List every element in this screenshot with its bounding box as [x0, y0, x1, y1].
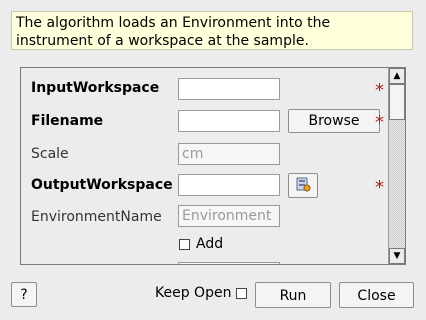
environment-name-label: EnvironmentName: [31, 209, 162, 225]
close-button[interactable]: Close: [339, 282, 414, 308]
algorithm-description: The algorithm loads an Environment into …: [11, 11, 413, 50]
scale-field[interactable]: [178, 143, 280, 165]
required-star-icon: *: [375, 112, 384, 133]
output-workspace-field[interactable]: [178, 174, 280, 196]
keep-open-checkbox[interactable]: [236, 288, 247, 299]
scroll-down-arrow-icon[interactable]: ▼: [389, 248, 405, 264]
filename-field[interactable]: [178, 110, 280, 132]
environment-name-field[interactable]: [178, 205, 280, 227]
help-button[interactable]: ?: [11, 282, 37, 307]
properties-panel: InputWorkspace * Filename Browse * Scale…: [20, 67, 406, 265]
required-star-icon: *: [375, 80, 384, 101]
filename-label: Filename: [31, 113, 104, 129]
workspace-icon: [296, 177, 311, 191]
add-checkbox[interactable]: [179, 239, 190, 250]
scroll-up-arrow-icon[interactable]: ▲: [389, 68, 405, 84]
browse-button[interactable]: Browse: [288, 109, 380, 133]
scale-label: Scale: [31, 146, 69, 162]
keep-open-label: Keep Open: [155, 285, 232, 301]
next-field-partial: [178, 262, 280, 264]
workspace-selector-button[interactable]: [288, 173, 318, 198]
add-label: Add: [196, 236, 224, 252]
required-star-icon: *: [375, 177, 384, 198]
input-workspace-field[interactable]: [178, 78, 280, 100]
input-workspace-label: InputWorkspace: [31, 80, 160, 96]
output-workspace-label: OutputWorkspace: [31, 177, 173, 193]
scrollbar-thumb[interactable]: [389, 84, 405, 120]
properties-scrollbar[interactable]: ▲ ▼: [388, 68, 405, 264]
run-button[interactable]: Run: [255, 282, 331, 308]
